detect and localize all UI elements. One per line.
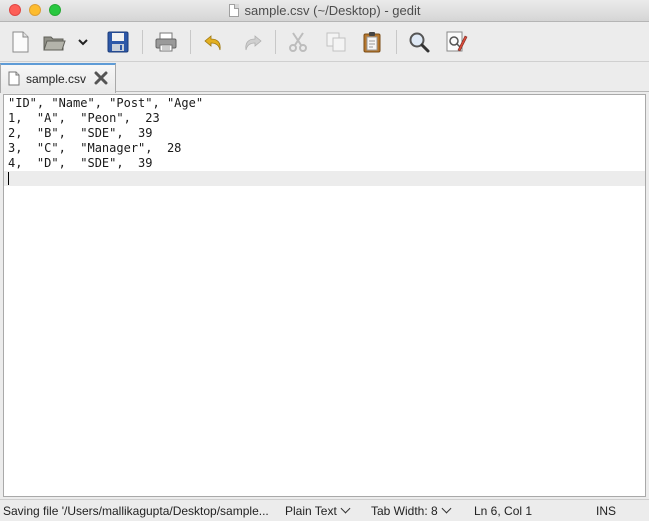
redo-button[interactable] xyxy=(236,26,268,58)
text-editor[interactable]: "ID", "Name", "Post", "Age" 1, "A", "Peo… xyxy=(3,94,646,497)
tab-label: sample.csv xyxy=(26,72,87,86)
find-button[interactable] xyxy=(403,26,435,58)
window-title-area: sample.csv (~/Desktop) - gedit xyxy=(0,3,649,18)
editor-line[interactable]: 2, "B", "SDE", 39 xyxy=(4,126,645,141)
save-button[interactable] xyxy=(102,26,134,58)
editor-line[interactable]: 1, "A", "Peon", 23 xyxy=(4,111,645,126)
current-line[interactable] xyxy=(4,171,645,186)
tab-width-label: Tab Width: 8 xyxy=(371,504,438,518)
find-replace-button[interactable] xyxy=(440,26,472,58)
editor-line[interactable]: "ID", "Name", "Post", "Age" xyxy=(4,96,645,111)
document-icon xyxy=(228,4,239,17)
clipboard-icon xyxy=(363,32,381,53)
text-cursor xyxy=(8,172,9,185)
editor-line[interactable]: 4, "D", "SDE", 39 xyxy=(4,156,645,171)
open-button[interactable] xyxy=(38,26,70,58)
toolbar-separator xyxy=(142,30,143,54)
chevron-down-icon xyxy=(340,503,351,514)
scissors-icon xyxy=(289,32,307,52)
magnifier-icon xyxy=(409,32,430,53)
language-label: Plain Text xyxy=(285,504,337,518)
insert-mode: INS xyxy=(596,504,617,518)
toolbar xyxy=(0,22,649,62)
editor-line[interactable]: 3, "C", "Manager", 28 xyxy=(4,141,645,156)
gedit-window: sample.csv (~/Desktop) - gedit sample.cs… xyxy=(0,0,649,521)
chevron-down-icon xyxy=(78,39,88,46)
print-button[interactable] xyxy=(150,26,182,58)
find-replace-icon xyxy=(446,31,468,52)
toolbar-separator xyxy=(396,30,397,54)
printer-icon xyxy=(155,32,177,52)
close-tab-icon[interactable] xyxy=(94,71,108,85)
folder-open-icon xyxy=(43,36,66,51)
status-bar: Saving file '/Users/mallikagupta/Desktop… xyxy=(0,499,649,521)
tab-strip: sample.csv xyxy=(0,62,649,93)
toolbar-separator xyxy=(190,30,191,54)
open-recent-button[interactable] xyxy=(72,26,94,58)
paste-button[interactable] xyxy=(356,26,388,58)
floppy-disk-icon xyxy=(107,31,129,53)
title-bar[interactable]: sample.csv (~/Desktop) - gedit xyxy=(0,0,649,22)
text-file-icon xyxy=(8,71,20,86)
cut-button[interactable] xyxy=(282,26,314,58)
copy-button[interactable] xyxy=(320,26,352,58)
cursor-position: Ln 6, Col 1 xyxy=(474,504,533,518)
copy-icon xyxy=(326,32,346,52)
undo-button[interactable] xyxy=(198,26,230,58)
language-selector[interactable]: Plain Text xyxy=(285,503,351,518)
new-document-button[interactable] xyxy=(4,26,36,58)
tab-width-selector[interactable]: Tab Width: 8 xyxy=(371,503,452,518)
status-message: Saving file '/Users/mallikagupta/Desktop… xyxy=(3,504,269,518)
new-document-icon xyxy=(12,31,29,53)
redo-arrow-icon xyxy=(245,35,262,51)
toolbar-separator xyxy=(275,30,276,54)
undo-arrow-icon xyxy=(204,35,221,51)
tab-sample-csv[interactable]: sample.csv xyxy=(0,63,116,93)
window-title: sample.csv (~/Desktop) - gedit xyxy=(244,3,421,18)
chevron-down-icon xyxy=(441,503,452,514)
